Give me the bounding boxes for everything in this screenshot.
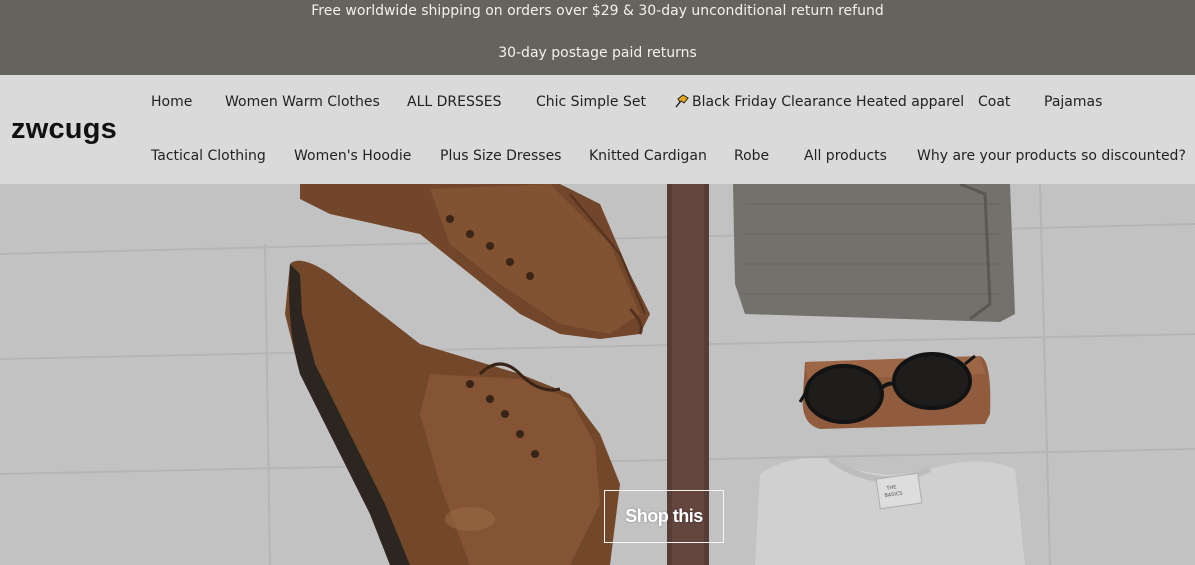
shop-this-button[interactable]: Shop this xyxy=(604,490,724,543)
nav-item-women-warm-clothes[interactable]: Women Warm Clothes xyxy=(225,94,380,110)
nav-item-womens-hoodie[interactable]: Women's Hoodie xyxy=(294,148,411,164)
nav-item-coat[interactable]: Coat xyxy=(978,94,1010,110)
nav-item-tactical-clothing[interactable]: Tactical Clothing xyxy=(151,148,266,164)
nav-item-why-discounted[interactable]: Why are your products so discounted? xyxy=(917,148,1186,164)
nav-item-all-dresses[interactable]: ALL DRESSES xyxy=(407,94,502,110)
announcement-shipping-text: Free worldwide shipping on orders over $… xyxy=(311,3,884,19)
pushpin-icon xyxy=(674,94,691,108)
nav-item-all-products[interactable]: All products xyxy=(804,148,887,164)
nav-item-black-friday-clearance[interactable]: Black Friday Clearance Heated apparel xyxy=(674,94,964,110)
nav-item-black-friday-label: Black Friday Clearance Heated apparel xyxy=(692,94,965,110)
site-header: zwcugs Home Women Warm Clothes ALL DRESS… xyxy=(0,75,1195,184)
hero-overlay xyxy=(0,184,1195,565)
nav-item-knitted-cardigan[interactable]: Knitted Cardigan xyxy=(589,148,707,164)
hero-banner: THE BASICS Shop this xyxy=(0,184,1195,565)
nav-item-plus-size-dresses[interactable]: Plus Size Dresses xyxy=(440,148,561,164)
announcement-returns-text: 30-day postage paid returns xyxy=(498,45,697,61)
nav-item-pajamas[interactable]: Pajamas xyxy=(1044,94,1102,110)
announcement-bar: Free worldwide shipping on orders over $… xyxy=(0,0,1195,75)
site-logo[interactable]: zwcugs xyxy=(11,113,117,146)
nav-item-chic-simple-set[interactable]: Chic Simple Set xyxy=(536,94,646,110)
nav-item-home[interactable]: Home xyxy=(151,94,192,110)
nav-item-robe[interactable]: Robe xyxy=(734,148,769,164)
